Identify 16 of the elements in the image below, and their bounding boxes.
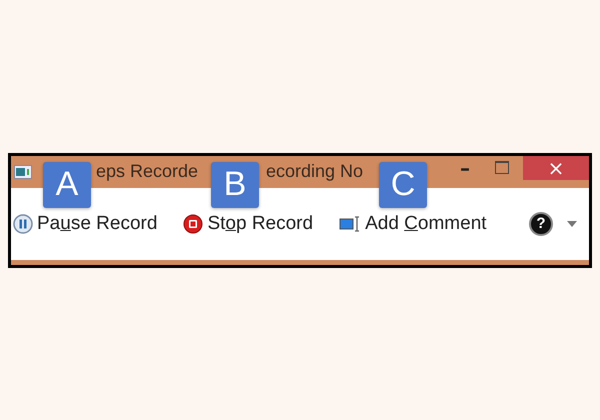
callout-label: A [43, 162, 91, 208]
window-title: ecording No [266, 161, 364, 182]
stop-icon [183, 214, 204, 234]
minimize-button[interactable]: – [445, 156, 485, 180]
app-icon [14, 164, 32, 178]
pause-button[interactable]: Pause Record [13, 212, 158, 234]
close-button[interactable]: × [523, 156, 589, 180]
caret-icon[interactable] [567, 220, 577, 226]
callout-label: B [211, 162, 259, 208]
comment-icon [339, 214, 362, 234]
comment-button[interactable]: Add Comment [339, 212, 487, 234]
help-button[interactable]: ? [529, 212, 553, 236]
pause-icon [13, 214, 33, 234]
callout-label: C [379, 162, 427, 208]
stop-button[interactable]: Stop Record [183, 212, 314, 234]
window-title: eps Recorde [96, 161, 200, 182]
